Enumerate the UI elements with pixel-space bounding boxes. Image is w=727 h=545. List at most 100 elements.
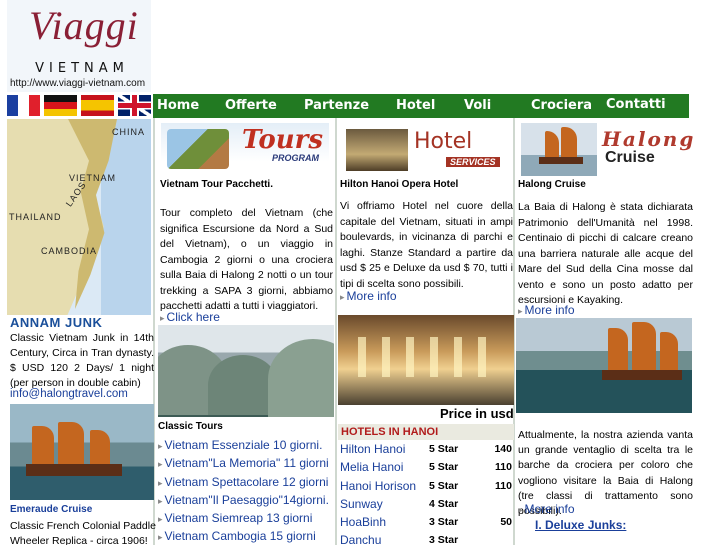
hotel-more-info-link[interactable]: More info (340, 289, 397, 303)
map-label-cambodia: CAMBODIA (41, 246, 98, 256)
hotel-row: Hilton Hanoi 5 Star 140 (340, 442, 514, 460)
classic-tours-list: Vietnam Essenziale 10 giorni. Vietnam"La… (158, 436, 338, 545)
hotel-price: 110 (495, 480, 512, 492)
hanoi-opera-photo[interactable] (338, 315, 514, 405)
hotel-price: 140 (494, 443, 512, 455)
main-nav: Home Offerte Partenze Hotel Voli Crocier… (153, 94, 689, 118)
sail-shape (608, 328, 628, 370)
vietnam-map[interactable]: CHINA VIETNAM LAOS THAILAND CAMBODIA (7, 119, 151, 315)
window-shape (454, 337, 462, 377)
hotels-in-hanoi-heading: HOTELS IN HANOI (338, 424, 514, 440)
tour-link[interactable]: Vietnam"Il Paesaggio"14giorni. (158, 491, 338, 509)
halong-banner-photo (521, 123, 597, 176)
hull-shape (26, 464, 122, 476)
contact-email-link[interactable]: info@halongtravel.com (10, 388, 128, 400)
annam-junk-title[interactable]: ANNAM JUNK (10, 315, 102, 330)
flag-spain-icon[interactable] (81, 95, 114, 116)
language-selector (7, 94, 153, 117)
hotel-name-link[interactable]: Sunway (340, 497, 383, 511)
halong-banner[interactable]: Halong Cruise (517, 121, 693, 178)
tour-link[interactable]: Vietnam Siemreap 13 giorni (158, 509, 338, 527)
hotel-price: 110 (495, 461, 512, 473)
hotel-description: Vi offriamo Hotel nel cuore della capita… (340, 200, 513, 290)
hotel-row: Danchu 3 Star (340, 533, 514, 545)
nav-home[interactable]: Home (157, 98, 199, 113)
halong-junk-photo[interactable] (516, 318, 692, 413)
hotel-name-link[interactable]: Danchu (340, 533, 381, 545)
window-shape (478, 337, 486, 377)
tours-banner[interactable]: Tours PROGRAM (161, 123, 329, 178)
sail-shape (90, 430, 110, 466)
hotel-stars: 3 Star (429, 534, 459, 545)
price-in-usd-label: Price in usd (440, 406, 514, 421)
nav-crociera[interactable]: Crociera (531, 98, 592, 113)
flag-france-icon[interactable] (7, 95, 40, 116)
logo-url: http://www.viaggi-vietnam.com (10, 78, 146, 89)
nav-offerte[interactable]: Offerte (225, 98, 277, 113)
window-shape (406, 337, 414, 377)
window-shape (358, 337, 366, 377)
tour-link[interactable]: Vietnam Cambogia 15 giorni (158, 527, 338, 545)
halong-more-info-link-2[interactable]: More info (518, 502, 575, 516)
emeraude-cruise-title[interactable]: Emeraude Cruise (10, 504, 92, 515)
nav-voli[interactable]: Voli (464, 98, 491, 113)
hotel-heading: Hilton Hanoi Opera Hotel (340, 179, 459, 190)
window-shape (430, 337, 438, 377)
hotel-row: Sunway 4 Star (340, 497, 514, 515)
flag-uk-icon[interactable] (118, 95, 151, 116)
hotel-price: 50 (500, 516, 512, 528)
hull-shape (602, 370, 682, 380)
hotel-row: Melia Hanoi 5 Star 110 (340, 460, 514, 478)
hotel-stars: 4 Star (429, 498, 459, 510)
hotel-stars: 5 Star (429, 480, 459, 492)
hull-shape (539, 157, 583, 164)
hotel-name-link[interactable]: Melia Hanoi (340, 460, 403, 474)
tours-description: Tour completo del Vietnam (che significa… (160, 207, 333, 312)
halong-heading: Halong Cruise (518, 179, 586, 190)
deluxe-junks-heading[interactable]: I. Deluxe Junks: (535, 518, 626, 532)
sail-shape (561, 127, 577, 157)
hotel-stars: 3 Star (429, 516, 459, 528)
hotel-stars: 5 Star (429, 443, 459, 455)
nav-contatti[interactable]: Contatti (606, 97, 666, 112)
hotel-row: HoaBinh 3 Star 50 (340, 515, 514, 533)
classic-tours-heading: Classic Tours (158, 421, 223, 432)
hotel-name-link[interactable]: HoaBinh (340, 515, 386, 529)
emeraude-cruise-description: Classic French Colonial Paddle Wheeler R… (10, 520, 156, 545)
hotel-banner-photo (346, 129, 408, 171)
flag-germany-icon[interactable] (44, 95, 77, 116)
hotel-stars: 5 Star (429, 461, 459, 473)
sail-shape (32, 426, 54, 466)
halong-banner-subtitle: Cruise (605, 149, 655, 166)
nav-hotel[interactable]: Hotel (396, 98, 435, 113)
sail-shape (632, 322, 656, 370)
halong-description: La Baia di Halong è stata dichiarata Pat… (518, 201, 693, 306)
emeraude-cruise-photo[interactable] (10, 404, 154, 500)
site-logo[interactable]: Viaggi VIETNAM http://www.viaggi-vietnam… (7, 0, 151, 92)
logo-title: Viaggi (29, 3, 139, 48)
mountain-shape (268, 339, 334, 417)
map-label-vietnam: VIETNAM (69, 173, 117, 183)
annam-junk-description: Classic Vietnam Junk in 14th Century, Ci… (10, 332, 154, 389)
tours-banner-title: Tours (242, 125, 323, 155)
hotel-name-link[interactable]: Hilton Hanoi (340, 442, 405, 456)
sail-shape (660, 332, 678, 370)
tour-link[interactable]: Vietnam"La Memoria" 11 giorni (158, 454, 338, 472)
map-label-thailand: THAILAND (9, 212, 62, 222)
tours-click-here-link[interactable]: Click here (160, 310, 220, 324)
tours-banner-subtitle: PROGRAM (272, 153, 319, 163)
hotel-banner-subtitle: SERVICES (446, 157, 500, 167)
hotel-banner[interactable]: Hotel SERVICES (340, 123, 510, 178)
window-shape (382, 337, 390, 377)
sail-shape (545, 131, 559, 157)
halong-more-info-link[interactable]: More info (518, 303, 575, 317)
hotel-banner-title: Hotel (414, 129, 473, 154)
tour-link[interactable]: Vietnam Spettacolare 12 giorni (158, 473, 338, 491)
tour-link[interactable]: Vietnam Essenziale 10 giorni. (158, 436, 338, 454)
classic-tours-photo[interactable] (158, 325, 334, 417)
hotel-name-link[interactable]: Hanoi Horison (340, 479, 416, 493)
map-label-china: CHINA (112, 127, 146, 137)
nav-partenze[interactable]: Partenze (304, 98, 369, 113)
logo-subtitle: VIETNAM (35, 61, 129, 76)
tours-banner-photo (167, 129, 229, 169)
